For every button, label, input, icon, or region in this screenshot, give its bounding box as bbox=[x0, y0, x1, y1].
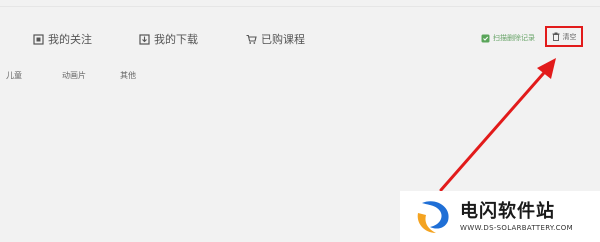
site-logo-icon bbox=[417, 200, 449, 233]
watermark-title: 电闪软件站 bbox=[460, 200, 555, 222]
watermark-url: WWW.DS-SOLARBATTERY.COM bbox=[460, 223, 573, 232]
watermark: 电闪软件站 WWW.DS-SOLARBATTERY.COM bbox=[400, 191, 600, 242]
